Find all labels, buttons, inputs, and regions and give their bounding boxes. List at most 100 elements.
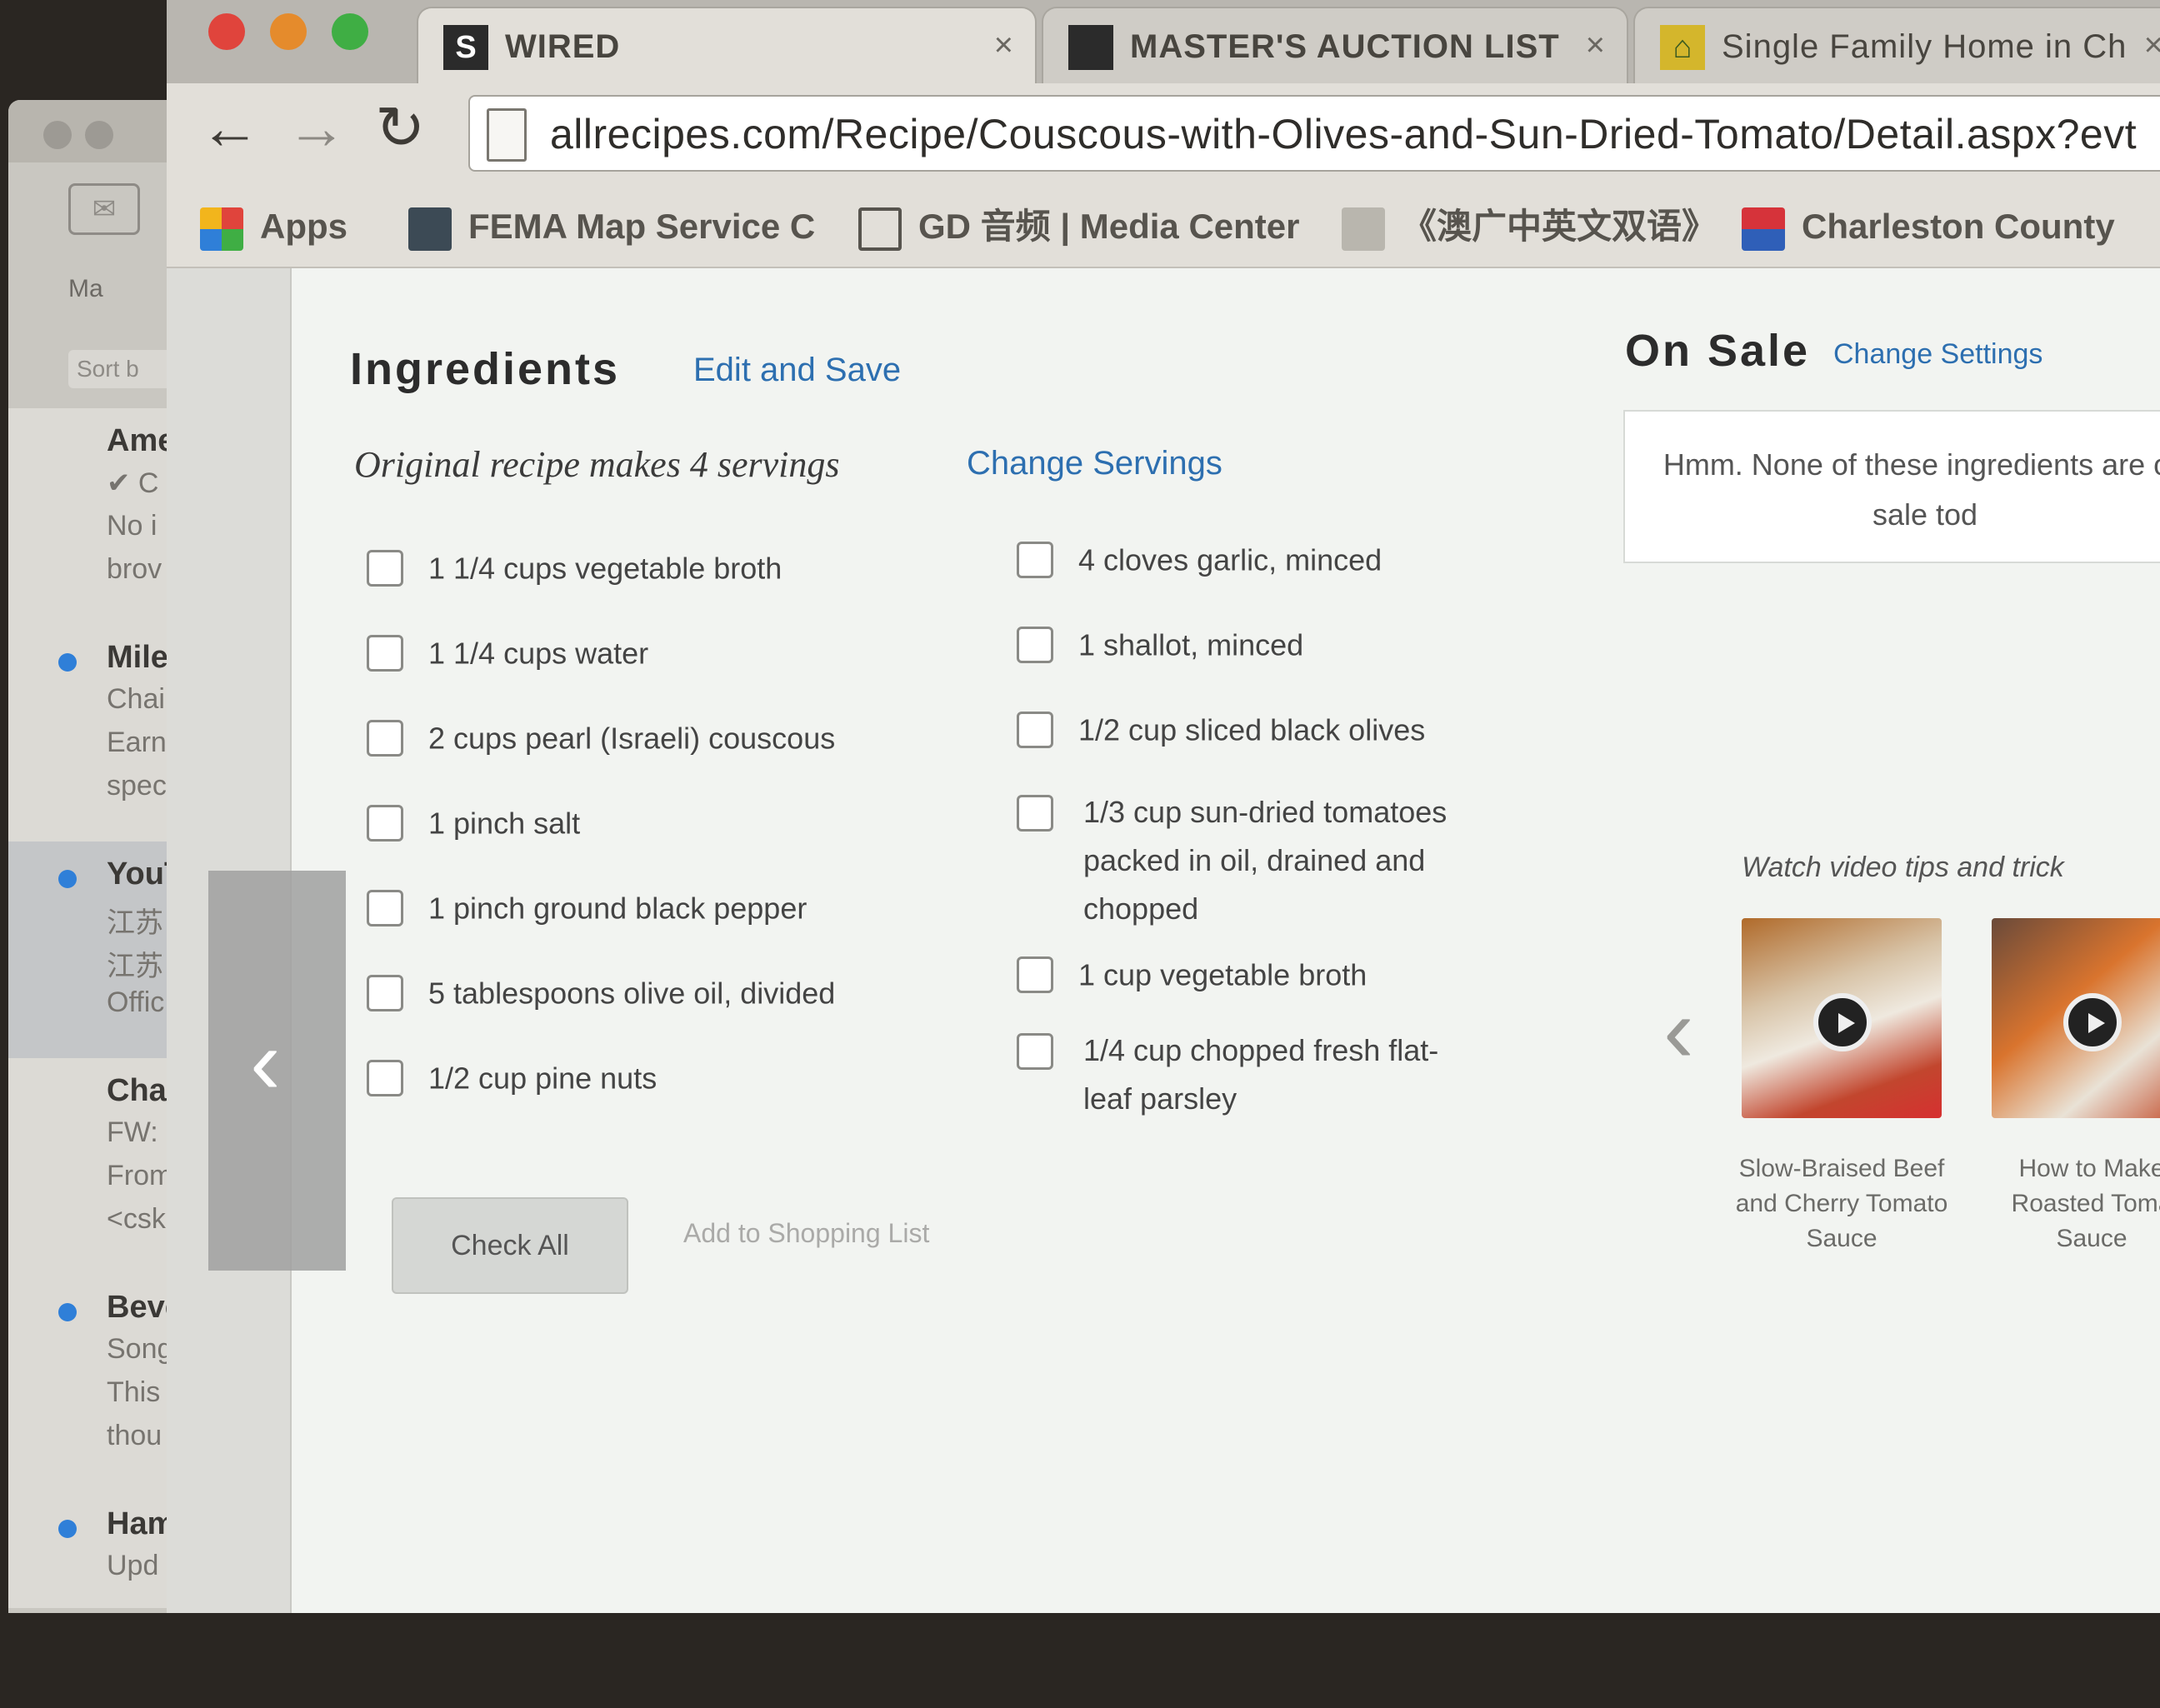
wired-favicon-icon: S [443, 25, 488, 70]
ingredient-item[interactable]: 5 tablespoons olive oil, divided [367, 968, 835, 1016]
unread-dot-icon [58, 1520, 77, 1538]
bookmark-label: Apps [260, 207, 348, 246]
prev-chevron-icon[interactable]: ‹ [250, 1016, 281, 1108]
message-sender: Ame [107, 423, 176, 458]
add-to-shopping-list-link[interactable]: Add to Shopping List [683, 1218, 929, 1249]
tab-title: Single Family Home in Ch [1722, 28, 2128, 65]
browser-toolbar: ← → ↻ allrecipes.com/Recipe/Couscous-wit… [167, 83, 2160, 183]
bookmark-apps[interactable]: Apps [200, 202, 348, 252]
charleston-icon [1742, 207, 1785, 251]
ingredient-item[interactable]: 1 shallot, minced [1017, 620, 1303, 668]
ingredient-text: 2 cups pearl (Israeli) couscous [428, 721, 836, 756]
ingredient-text: 1 1/4 cups vegetable broth [428, 551, 782, 586]
message-preview: Offic [107, 986, 165, 1018]
message-preview: No i [107, 510, 158, 542]
reload-icon[interactable]: ↻ [375, 98, 425, 158]
change-servings-link[interactable]: Change Servings [967, 445, 1222, 482]
mailbox-label[interactable]: Ma [68, 275, 103, 303]
message-preview: From [107, 1160, 173, 1191]
ingredient-text: 1/3 cup sun-dried tomatoes packed in oil… [1083, 795, 1448, 926]
address-bar[interactable]: allrecipes.com/Recipe/Couscous-with-Oliv… [468, 95, 2160, 172]
ingredient-item[interactable]: 2 cups pearl (Israeli) couscous [367, 713, 835, 762]
edit-save-link[interactable]: Edit and Save [693, 352, 901, 389]
sheet-favicon-icon [1068, 25, 1113, 70]
ingredient-checkbox[interactable] [1017, 1033, 1053, 1070]
tab-auction-list[interactable]: MASTER'S AUCTION LIST × [1042, 7, 1628, 85]
ingredient-checkbox[interactable] [367, 890, 403, 927]
tab-close-icon[interactable]: × [1586, 27, 1605, 64]
ingredient-text: 1 cup vegetable broth [1078, 957, 1368, 992]
ingredient-item[interactable]: 1 pinch ground black pepper [367, 883, 807, 931]
ingredient-text: 1 1/4 cups water [428, 636, 649, 671]
ingredient-item[interactable]: 1/2 cup sliced black olives [1017, 705, 1425, 753]
ingredient-text: 5 tablespoons olive oil, divided [428, 976, 836, 1011]
close-window-button[interactable] [208, 13, 245, 50]
message-preview: Song [107, 1333, 173, 1365]
bookmark-charleston[interactable]: Charleston County [1742, 202, 2115, 252]
ingredient-checkbox[interactable] [1017, 956, 1053, 994]
page-icon [487, 108, 527, 162]
play-icon [2063, 993, 2122, 1051]
change-settings-link[interactable]: Change Settings [1833, 338, 2042, 371]
tab-close-icon[interactable]: × [2144, 27, 2160, 64]
ingredient-checkbox[interactable] [367, 975, 403, 1012]
unread-dot-icon [58, 653, 77, 672]
ingredient-item[interactable]: 1/3 cup sun-dried tomatoes packed in oil… [1017, 788, 1483, 933]
ingredient-checkbox[interactable] [367, 805, 403, 842]
back-arrow-icon[interactable]: ← [200, 98, 260, 158]
message-preview: Chai [107, 683, 165, 715]
bookmark-fema[interactable]: FEMA Map Service C [408, 202, 815, 252]
video-caption[interactable]: How to Make Roasted Toma Sauce [1983, 1151, 2160, 1256]
ingredient-item[interactable]: 1 cup vegetable broth [1017, 950, 1367, 998]
check-all-button[interactable]: Check All [392, 1197, 628, 1294]
ingredient-checkbox[interactable] [367, 635, 403, 672]
ingredient-checkbox[interactable] [367, 550, 403, 587]
message-preview: This [107, 1376, 161, 1408]
doc-icon [1342, 207, 1385, 251]
unread-dot-icon [58, 1303, 77, 1321]
carousel-prev-chevron-icon[interactable]: ‹ [1663, 985, 1694, 1076]
ingredient-checkbox[interactable] [1017, 627, 1053, 664]
ingredient-text: 1/2 cup sliced black olives [1078, 712, 1426, 747]
ingredient-item[interactable]: 1/2 cup pine nuts [367, 1053, 657, 1101]
ingredient-item[interactable]: 1/4 cup chopped fresh flat-leaf parsley [1017, 1026, 1483, 1123]
page-content: Ingredients Edit and Save Original recip… [167, 268, 2160, 1613]
ingredient-item[interactable]: 1 1/4 cups vegetable broth [367, 543, 782, 592]
ingredient-checkbox[interactable] [1017, 795, 1053, 832]
bookmark-media-center[interactable]: GD 音频 | Media Center [858, 202, 1300, 252]
minimize-window-button[interactable] [270, 13, 307, 50]
bookmark-label: 《澳广中英文双语》 [1402, 207, 1718, 246]
ingredient-item[interactable]: 1 1/4 cups water [367, 628, 648, 677]
forward-arrow-icon[interactable]: → [287, 98, 347, 158]
ingredient-checkbox[interactable] [1017, 712, 1053, 749]
ingredient-checkbox[interactable] [367, 1060, 403, 1097]
ingredient-checkbox[interactable] [1017, 542, 1053, 579]
bookmark-chinese-doc[interactable]: 《澳广中英文双语》 [1342, 202, 1717, 252]
ingredient-item[interactable]: 1 pinch salt [367, 798, 580, 847]
ingredient-checkbox[interactable] [367, 720, 403, 757]
zoom-window-button[interactable] [332, 13, 368, 50]
mail-minimize-light[interactable] [85, 121, 113, 149]
video-tips-heading: Watch video tips and trick [1742, 852, 2064, 883]
compose-icon[interactable]: ✉ [68, 183, 140, 235]
browser-window: S WIRED × MASTER'S AUCTION LIST × ⌂ Sing… [167, 0, 2160, 1613]
tab-wired[interactable]: S WIRED × [417, 7, 1037, 85]
video-thumbnail[interactable] [1992, 918, 2160, 1118]
tab-title: WIRED [505, 28, 621, 65]
on-sale-heading: On Sale [1625, 326, 1811, 376]
ingredients-heading: Ingredients [350, 344, 621, 394]
message-preview: FW: [107, 1116, 158, 1148]
house-favicon-icon: ⌂ [1660, 25, 1705, 70]
ingredient-item[interactable]: 4 cloves garlic, minced [1017, 535, 1382, 583]
message-preview: 江苏 [107, 951, 163, 982]
tab-single-family-home[interactable]: ⌂ Single Family Home in Ch × [1633, 7, 2160, 85]
servings-text: Original recipe makes 4 servings [354, 444, 840, 485]
video-thumbnail[interactable] [1742, 918, 1942, 1118]
mail-close-light[interactable] [43, 121, 72, 149]
message-preview: <csk [107, 1203, 166, 1235]
tab-bar: S WIRED × MASTER'S AUCTION LIST × ⌂ Sing… [167, 0, 2160, 85]
tab-close-icon[interactable]: × [994, 27, 1013, 64]
message-preview: spec [107, 770, 167, 802]
bookmark-label: GD 音频 | Media Center [918, 207, 1300, 246]
video-caption[interactable]: Slow-Braised Beef and Cherry Tomato Sauc… [1733, 1151, 1950, 1256]
